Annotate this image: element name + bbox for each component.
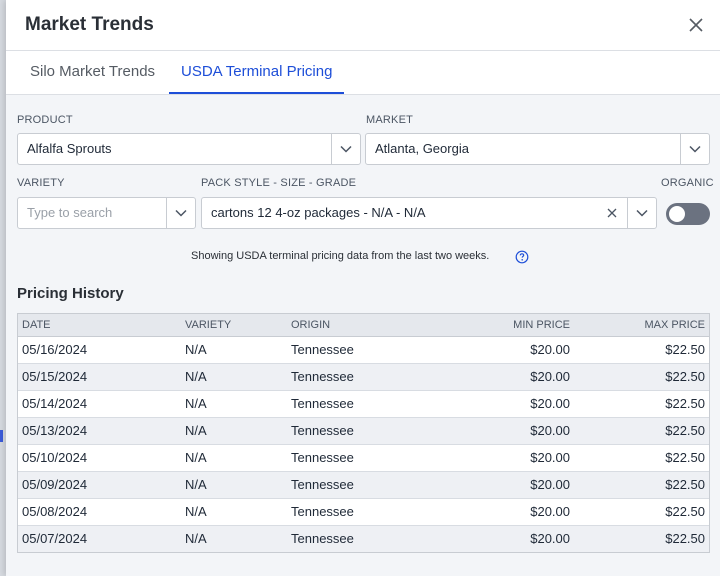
- dialog-header: Market Trends: [6, 0, 720, 51]
- close-icon: [689, 18, 703, 32]
- background-page-marker: [0, 430, 3, 442]
- pack-style-label: PACK STYLE - SIZE - GRADE: [201, 177, 357, 189]
- market-dropdown-toggle[interactable]: [680, 134, 709, 164]
- organic-label: ORGANIC: [661, 177, 714, 189]
- column-header-date: DATE: [22, 319, 51, 331]
- pack-style-dropdown-toggle[interactable]: [627, 198, 656, 228]
- cell-min-price: $20.00: [530, 369, 570, 384]
- cell-origin: Tennessee: [291, 504, 354, 519]
- cell-origin: Tennessee: [291, 396, 354, 411]
- cell-min-price: $20.00: [530, 396, 570, 411]
- table-row: 05/15/2024 N/A Tennessee $20.00 $22.50: [18, 364, 709, 391]
- product-value: Alfalfa Sprouts: [27, 141, 112, 156]
- table-header: DATE VARIETY ORIGIN MIN PRICE MAX PRICE: [18, 314, 709, 337]
- pack-style-select[interactable]: cartons 12 4-oz packages - N/A - N/A: [201, 197, 657, 229]
- chevron-down-icon: [340, 145, 352, 153]
- cell-variety: N/A: [185, 504, 207, 519]
- cell-min-price: $20.00: [530, 450, 570, 465]
- cell-max-price: $22.50: [665, 531, 705, 546]
- question-circle-icon: [515, 250, 529, 264]
- help-button[interactable]: [515, 250, 529, 264]
- market-value: Atlanta, Georgia: [375, 141, 469, 156]
- clear-icon: [607, 208, 617, 218]
- cell-variety: N/A: [185, 423, 207, 438]
- tab-silo-market-trends[interactable]: Silo Market Trends: [18, 51, 167, 92]
- chevron-down-icon: [689, 145, 701, 153]
- column-header-max-price: MAX PRICE: [644, 319, 705, 331]
- cell-max-price: $22.50: [665, 396, 705, 411]
- market-label: MARKET: [366, 114, 414, 126]
- cell-max-price: $22.50: [665, 504, 705, 519]
- cell-date: 05/10/2024: [22, 450, 88, 465]
- organic-toggle[interactable]: [666, 203, 710, 225]
- cell-variety: N/A: [185, 396, 207, 411]
- chevron-down-icon: [175, 209, 187, 217]
- organic-toggle-knob: [669, 206, 685, 222]
- chevron-down-icon: [636, 209, 648, 217]
- product-label: PRODUCT: [17, 114, 73, 126]
- cell-variety: N/A: [185, 369, 207, 384]
- pricing-history-title: Pricing History: [17, 285, 124, 302]
- cell-date: 05/07/2024: [22, 531, 88, 546]
- cell-max-price: $22.50: [665, 369, 705, 384]
- cell-max-price: $22.50: [665, 423, 705, 438]
- cell-origin: Tennessee: [291, 342, 354, 357]
- cell-min-price: $20.00: [530, 477, 570, 492]
- cell-date: 05/08/2024: [22, 504, 88, 519]
- product-select[interactable]: Alfalfa Sprouts: [17, 133, 361, 165]
- cell-variety: N/A: [185, 450, 207, 465]
- cell-variety: N/A: [185, 342, 207, 357]
- table-row: 05/16/2024 N/A Tennessee $20.00 $22.50: [18, 337, 709, 364]
- table-row: 05/07/2024 N/A Tennessee $20.00 $22.50: [18, 526, 709, 552]
- close-button[interactable]: [684, 13, 708, 37]
- variety-dropdown-toggle[interactable]: [166, 198, 195, 228]
- variety-placeholder: Type to search: [27, 205, 113, 220]
- cell-min-price: $20.00: [530, 342, 570, 357]
- cell-min-price: $20.00: [530, 504, 570, 519]
- variety-label: VARIETY: [17, 177, 65, 189]
- table-row: 05/10/2024 N/A Tennessee $20.00 $22.50: [18, 445, 709, 472]
- pack-style-value: cartons 12 4-oz packages - N/A - N/A: [211, 205, 426, 220]
- column-header-variety: VARIETY: [185, 319, 232, 331]
- cell-min-price: $20.00: [530, 423, 570, 438]
- cell-date: 05/15/2024: [22, 369, 88, 384]
- cell-date: 05/16/2024: [22, 342, 88, 357]
- tab-usda-terminal-pricing[interactable]: USDA Terminal Pricing: [169, 51, 345, 94]
- cell-origin: Tennessee: [291, 450, 354, 465]
- clear-pack-style-button[interactable]: [604, 198, 620, 228]
- dialog-title: Market Trends: [25, 14, 154, 35]
- cell-max-price: $22.50: [665, 477, 705, 492]
- table-row: 05/14/2024 N/A Tennessee $20.00 $22.50: [18, 391, 709, 418]
- cell-date: 05/09/2024: [22, 477, 88, 492]
- product-dropdown-toggle[interactable]: [331, 134, 360, 164]
- cell-date: 05/14/2024: [22, 396, 88, 411]
- cell-origin: Tennessee: [291, 423, 354, 438]
- column-header-origin: ORIGIN: [291, 319, 331, 331]
- variety-search-field[interactable]: Type to search: [17, 197, 196, 229]
- cell-variety: N/A: [185, 477, 207, 492]
- cell-date: 05/13/2024: [22, 423, 88, 438]
- table-row: 05/13/2024 N/A Tennessee $20.00 $22.50: [18, 418, 709, 445]
- cell-origin: Tennessee: [291, 369, 354, 384]
- cell-max-price: $22.50: [665, 450, 705, 465]
- pricing-history-table: DATE VARIETY ORIGIN MIN PRICE MAX PRICE …: [17, 313, 710, 553]
- cell-origin: Tennessee: [291, 531, 354, 546]
- column-header-min-price: MIN PRICE: [513, 319, 570, 331]
- market-select[interactable]: Atlanta, Georgia: [365, 133, 710, 165]
- cell-min-price: $20.00: [530, 531, 570, 546]
- table-body: 05/16/2024 N/A Tennessee $20.00 $22.50 0…: [18, 337, 709, 552]
- info-text: Showing USDA terminal pricing data from …: [191, 250, 490, 262]
- table-row: 05/08/2024 N/A Tennessee $20.00 $22.50: [18, 499, 709, 526]
- cell-origin: Tennessee: [291, 477, 354, 492]
- tab-bar: Silo Market Trends USDA Terminal Pricing: [6, 51, 720, 95]
- table-row: 05/09/2024 N/A Tennessee $20.00 $22.50: [18, 472, 709, 499]
- cell-variety: N/A: [185, 531, 207, 546]
- market-trends-dialog: Market Trends Silo Market Trends USDA Te…: [6, 0, 720, 576]
- cell-max-price: $22.50: [665, 342, 705, 357]
